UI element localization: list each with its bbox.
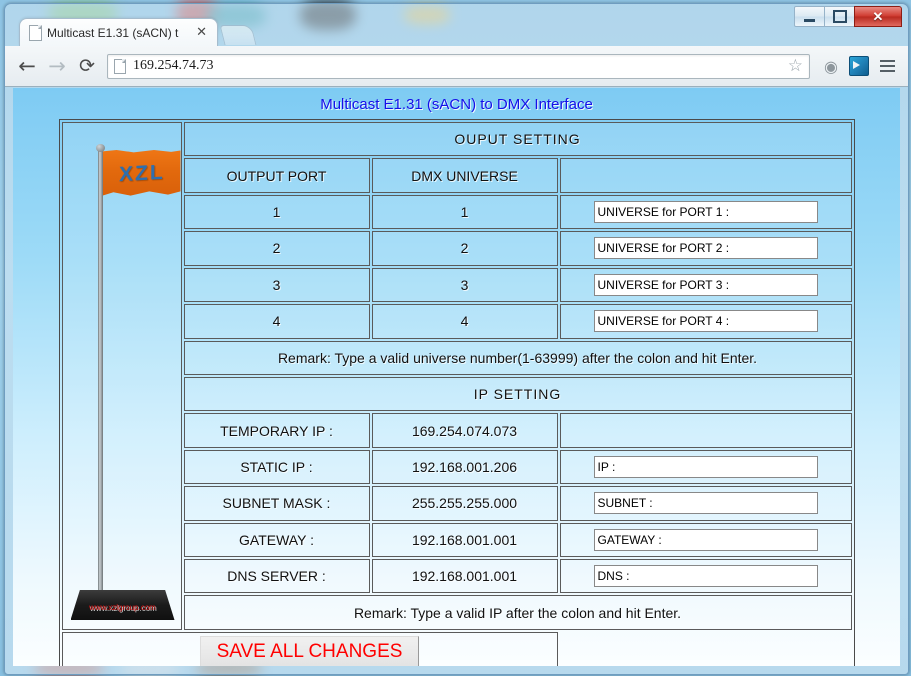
back-arrow-icon: ← xyxy=(18,53,36,78)
universe-port-3-cell xyxy=(559,267,852,303)
flagpole-base: www.xzlgroup.com xyxy=(70,590,175,620)
static-ip-value: 192.168.001.206 xyxy=(371,449,558,485)
static-ip-label: STATIC IP : xyxy=(183,449,370,485)
logo-cell: XZL www.xzlgroup.com xyxy=(61,122,185,630)
bookmark-star-icon[interactable]: ☆ xyxy=(788,56,803,76)
forward-button[interactable]: → xyxy=(43,52,71,80)
forward-arrow-icon: → xyxy=(48,53,66,78)
column-header-output-port: OUTPUT PORT xyxy=(183,158,370,193)
subnet-mask-cell xyxy=(559,486,852,521)
globe-button[interactable]: ◉ xyxy=(818,53,844,79)
output-port-3: 3 xyxy=(183,267,370,303)
temporary-ip-value: 169.254.074.073 xyxy=(371,413,558,448)
actions-cell: SAVE ALL CHANGES CLICK HERE to QUIT SETT… xyxy=(61,632,558,666)
page-viewport: Multicast E1.31 (sACN) to DMX Interface xyxy=(13,88,900,666)
dns-server-label: DNS SERVER : xyxy=(183,559,370,594)
reload-button[interactable]: ⟳ xyxy=(73,52,101,80)
flag-label: XZL xyxy=(118,160,165,186)
globe-icon: ◉ xyxy=(824,56,838,76)
gateway-value: 192.168.001.001 xyxy=(371,522,558,558)
gateway-label: GATEWAY : xyxy=(183,522,370,558)
subnet-mask-value: 255.255.255.000 xyxy=(371,486,558,521)
browser-toolbar: ← → ⟳ 169.254.74.73 ☆ ◉ xyxy=(5,46,908,87)
save-all-changes-button[interactable]: SAVE ALL CHANGES xyxy=(199,636,420,666)
subnet-mask-input[interactable] xyxy=(593,492,818,515)
flagpole-cap-icon xyxy=(95,144,105,152)
close-icon[interactable]: ✕ xyxy=(196,26,207,39)
browser-window: Multicast E1.31 (sACN) t ✕ ✕ ← → ⟳ 169.2… xyxy=(4,3,909,675)
extension-button[interactable] xyxy=(846,53,872,79)
universe-port-1-cell xyxy=(559,194,852,230)
new-tab-button[interactable] xyxy=(219,25,257,45)
maximize-button[interactable] xyxy=(824,6,855,27)
website-label: www.xzlgroup.com xyxy=(89,603,156,612)
static-ip-input[interactable] xyxy=(593,456,818,478)
reload-icon: ⟳ xyxy=(79,55,95,77)
temporary-ip-blank xyxy=(559,413,852,448)
table-row: XZL www.xzlgroup.com OUPUT SETTING xyxy=(61,122,852,630)
page-icon xyxy=(114,58,126,74)
dmx-universe-4: 4 xyxy=(371,304,558,339)
universe-port-1-input[interactable] xyxy=(593,201,818,224)
browser-tab[interactable]: Multicast E1.31 (sACN) t ✕ xyxy=(19,18,218,46)
url-text: 169.254.74.73 xyxy=(133,58,214,73)
title-bar: Multicast E1.31 (sACN) t ✕ ✕ xyxy=(5,4,908,46)
gateway-input[interactable] xyxy=(593,528,818,551)
output-port-2: 2 xyxy=(183,231,370,266)
dns-server-value: 192.168.001.001 xyxy=(371,559,558,594)
temporary-ip-label: TEMPORARY IP : xyxy=(183,413,370,448)
dmx-universe-1: 1 xyxy=(371,194,558,230)
back-button[interactable]: ← xyxy=(13,52,41,80)
universe-port-2-cell xyxy=(559,231,852,266)
universe-port-4-cell xyxy=(559,304,852,339)
dns-server-input[interactable] xyxy=(593,565,818,588)
xzl-flag-graphic: XZL www.xzlgroup.com xyxy=(65,126,185,626)
tab-strip: Multicast E1.31 (sACN) t ✕ xyxy=(19,18,257,46)
dns-server-cell xyxy=(559,559,852,594)
ip-section-title: IP SETTING xyxy=(183,376,852,412)
static-ip-cell xyxy=(559,449,852,485)
universe-port-2-input[interactable] xyxy=(593,237,818,260)
menu-button[interactable] xyxy=(874,53,900,79)
menu-icon xyxy=(879,60,895,72)
table-row: SAVE ALL CHANGES CLICK HERE to QUIT SETT… xyxy=(61,632,852,666)
extension-icon xyxy=(849,56,869,76)
settings-table: XZL www.xzlgroup.com OUPUT SETTING OUTPU… xyxy=(58,119,855,666)
flagpole xyxy=(97,148,103,613)
flag: XZL xyxy=(102,150,181,196)
universe-port-4-input[interactable] xyxy=(593,310,818,333)
ip-remark: Remark: Type a valid IP after the colon … xyxy=(183,595,852,630)
minimize-button[interactable] xyxy=(794,6,825,27)
column-header-blank xyxy=(559,158,852,193)
output-port-4: 4 xyxy=(183,304,370,339)
page-title: Multicast E1.31 (sACN) to DMX Interface xyxy=(320,96,593,113)
tab-title: Multicast E1.31 (sACN) t xyxy=(47,25,179,40)
column-header-dmx-universe: DMX UNIVERSE xyxy=(371,158,558,193)
subnet-mask-label: SUBNET MASK : xyxy=(183,486,370,521)
window-controls: ✕ xyxy=(794,6,902,27)
page-icon xyxy=(29,24,42,41)
dmx-universe-3: 3 xyxy=(371,267,558,303)
dmx-universe-2: 2 xyxy=(371,231,558,266)
close-button[interactable]: ✕ xyxy=(854,6,902,27)
universe-port-3-input[interactable] xyxy=(593,273,818,296)
output-port-1: 1 xyxy=(183,194,370,230)
output-section-title: OUPUT SETTING xyxy=(183,122,852,157)
gateway-cell xyxy=(559,522,852,558)
output-remark: Remark: Type a valid universe number(1-6… xyxy=(183,340,852,375)
address-bar[interactable]: 169.254.74.73 ☆ xyxy=(107,53,810,79)
